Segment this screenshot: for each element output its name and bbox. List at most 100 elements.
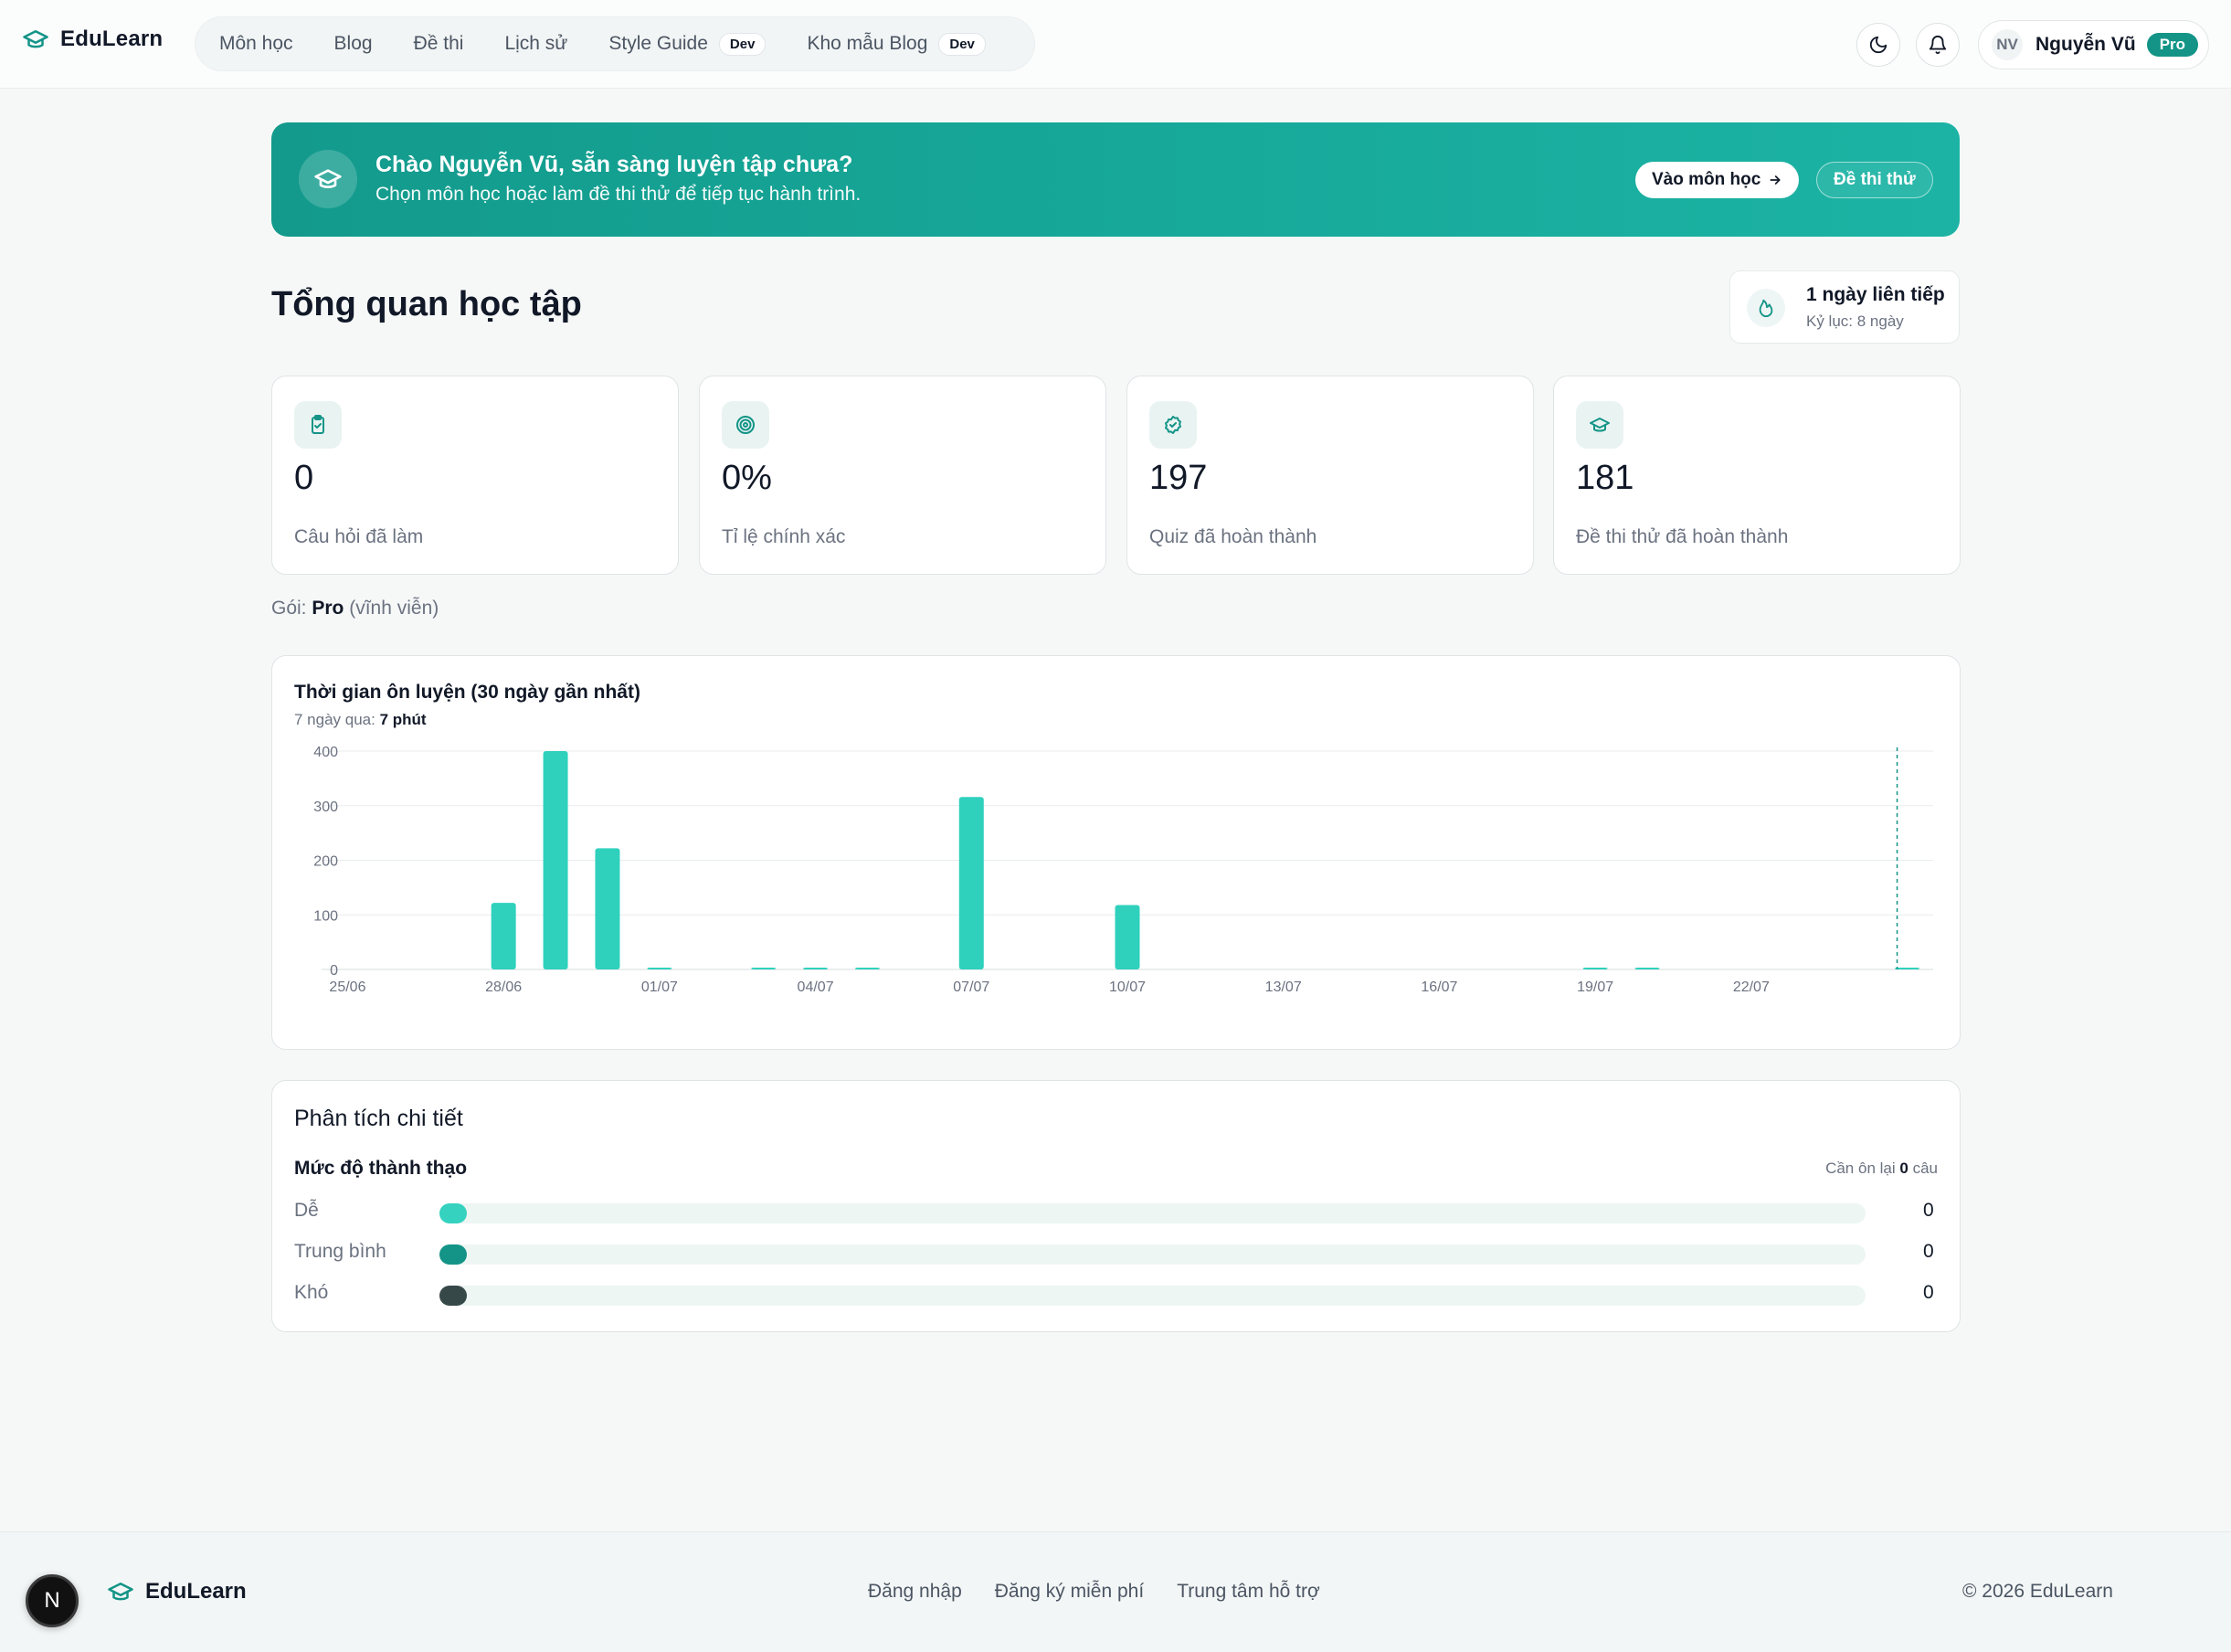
footer-link-login[interactable]: Đăng nhập: [868, 1581, 962, 1603]
moon-icon: [1869, 36, 1887, 54]
nav-item-blog[interactable]: Blog: [334, 33, 373, 55]
mastery-bar-track: [439, 1244, 1866, 1265]
theme-toggle-button[interactable]: [1856, 23, 1900, 67]
review-suffix: câu: [1912, 1160, 1938, 1177]
nav-item-style-guide[interactable]: Style Guide Dev: [608, 32, 767, 56]
y-tick-label: 100: [313, 908, 338, 924]
bar: [958, 797, 984, 969]
mastery-count: 0: [1923, 1282, 1934, 1303]
footer: EduLearn Đăng nhập Đăng ký miễn phí Trun…: [0, 1531, 2231, 1652]
dev-tools-badge[interactable]: N: [26, 1574, 79, 1627]
x-tick-label: 16/07: [1421, 980, 1457, 995]
stat-card-mock-exams: 181 Đề thi thử đã hoàn thành: [1553, 376, 1961, 575]
bar: [543, 751, 568, 969]
brand-name: EduLearn: [60, 26, 164, 51]
brand-logo-link[interactable]: EduLearn: [22, 26, 163, 53]
stat-value: 197: [1149, 459, 1208, 497]
x-tick-label: 22/07: [1733, 980, 1770, 995]
footer-links: Đăng nhập Đăng ký miễn phí Trung tâm hỗ …: [868, 1581, 1320, 1603]
mastery-row-medium: Trung bình 0: [294, 1239, 1939, 1266]
streak-current: 1 ngày liên tiếp: [1806, 284, 1945, 305]
x-tick-label: 19/07: [1577, 980, 1613, 995]
stat-label: Đề thi thử đã hoàn thành: [1576, 526, 1789, 547]
plan-info: Gói: Pro (vĩnh viễn): [271, 598, 439, 620]
y-tick-label: 200: [313, 854, 338, 870]
stat-label: Quiz đã hoàn thành: [1149, 526, 1317, 547]
mastery-bar-fill: [439, 1203, 467, 1223]
button-label: Đề thi thử: [1834, 170, 1916, 189]
footer-brand-link[interactable]: EduLearn: [107, 1578, 247, 1605]
practice-time-chart-card: Thời gian ôn luyện (30 ngày gần nhất) 7 …: [271, 655, 1961, 1050]
graduation-cap-icon: [299, 150, 357, 208]
nav-item-mon-hoc[interactable]: Môn học: [219, 33, 293, 55]
footer-link-support[interactable]: Trung tâm hỗ trợ: [1177, 1581, 1320, 1603]
nav-label: Đề thi: [413, 33, 464, 54]
top-header: EduLearn Môn học Blog Đề thi Lịch sử Sty…: [0, 0, 2231, 89]
user-menu-button[interactable]: NV Nguyễn Vũ Pro: [1978, 20, 2209, 69]
flame-icon: [1747, 289, 1785, 327]
nav-item-lich-su[interactable]: Lịch sử: [504, 33, 567, 55]
footer-brand-name: EduLearn: [145, 1579, 247, 1604]
main-nav: Môn học Blog Đề thi Lịch sử Style Guide D…: [195, 16, 1035, 71]
mastery-count: 0: [1923, 1241, 1934, 1262]
mock-exam-button[interactable]: Đề thi thử: [1816, 162, 1933, 198]
button-label: Vào môn học: [1652, 170, 1761, 189]
nav-item-de-thi[interactable]: Đề thi: [414, 33, 464, 55]
page-title: Tổng quan học tập: [271, 285, 582, 323]
graduation-cap-icon: [108, 1583, 133, 1601]
clipboard-check-icon: [294, 401, 342, 449]
plan-suffix: (vĩnh viễn): [349, 598, 439, 619]
welcome-banner: Chào Nguyễn Vũ, sẵn sàng luyện tập chưa?…: [271, 122, 1960, 237]
mastery-bar-track: [439, 1286, 1866, 1306]
nav-label: Lịch sử: [504, 33, 568, 54]
mastery-title: Mức độ thành thạo: [294, 1158, 468, 1179]
stat-card-questions: 0 Câu hỏi đã làm: [271, 376, 679, 575]
analysis-card: Phân tích chi tiết Mức độ thành thạo Cần…: [271, 1080, 1961, 1332]
bar: [1115, 905, 1140, 969]
mastery-row-hard: Khó 0: [294, 1280, 1939, 1308]
footer-link-register[interactable]: Đăng ký miễn phí: [995, 1581, 1144, 1603]
plan-prefix: Gói:: [271, 598, 307, 619]
streak-record: Kỷ lục: 8 ngày: [1806, 312, 1904, 330]
bar: [803, 968, 829, 969]
review-prefix: Cần ôn lại: [1825, 1160, 1896, 1177]
stat-value: 181: [1576, 459, 1634, 497]
plan-badge: Pro: [2146, 33, 2199, 57]
stat-card-accuracy: 0% Tỉ lệ chính xác: [699, 376, 1106, 575]
banner-title: Chào Nguyễn Vũ, sẵn sàng luyện tập chưa?: [375, 152, 853, 177]
dev-badge: Dev: [938, 32, 986, 56]
bar: [1634, 968, 1660, 969]
x-tick-label: 13/07: [1265, 980, 1302, 995]
target-icon: [722, 401, 769, 449]
badge-check-icon: [1149, 401, 1197, 449]
nav-label: Môn học: [219, 33, 293, 54]
go-to-subjects-button[interactable]: Vào môn học: [1635, 162, 1800, 198]
bar: [647, 968, 672, 969]
nav-label: Blog: [333, 33, 373, 54]
x-tick-label: 28/06: [485, 980, 522, 995]
graduation-cap-icon: [1576, 401, 1623, 449]
x-tick-label: 04/07: [798, 980, 834, 995]
y-tick-label: 0: [330, 963, 338, 979]
review-count: Cần ôn lại 0 câu: [1825, 1160, 1938, 1178]
copyright: © 2026 EduLearn: [1962, 1581, 2113, 1602]
stat-card-quiz: 197 Quiz đã hoàn thành: [1126, 376, 1534, 575]
nav-item-kho-mau-blog[interactable]: Kho mẫu Blog Dev: [807, 32, 986, 56]
x-tick-label: 01/07: [641, 980, 678, 995]
notifications-button[interactable]: [1916, 23, 1960, 67]
bar: [854, 968, 880, 969]
x-tick-label: 07/07: [953, 980, 989, 995]
nav-label: Style Guide: [608, 33, 708, 54]
y-tick-label: 400: [313, 745, 338, 760]
mastery-label: Khó: [294, 1282, 329, 1303]
bar: [751, 968, 777, 969]
user-name: Nguyễn Vũ: [2035, 34, 2136, 55]
plan-name: Pro: [312, 598, 344, 619]
arrow-right-icon: [1770, 175, 1781, 185]
stat-value: 0%: [722, 459, 772, 497]
mastery-label: Dễ: [294, 1200, 319, 1221]
x-tick-label: 25/06: [329, 980, 365, 995]
y-tick-label: 300: [313, 800, 338, 815]
x-tick-label: 10/07: [1109, 980, 1146, 995]
review-number: 0: [1899, 1160, 1909, 1177]
